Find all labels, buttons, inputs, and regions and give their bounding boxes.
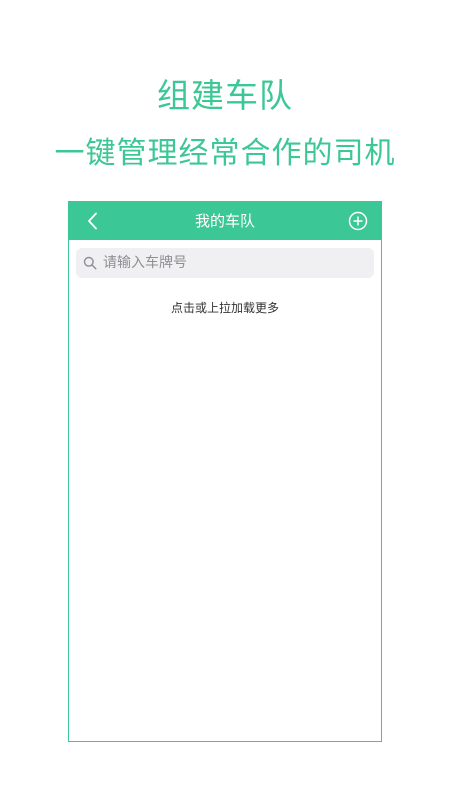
page: 组建车队 一键管理经常合作的司机 我的车队 请输入车牌号 点击或上拉加载更多: [0, 0, 450, 800]
license-plate-search-input[interactable]: [103, 249, 363, 277]
plus-circle-icon: [348, 211, 368, 231]
search-icon: [83, 256, 97, 270]
back-button[interactable]: [81, 209, 105, 233]
search-bar[interactable]: [76, 248, 374, 278]
promo-title: 组建车队: [157, 76, 293, 115]
nav-bar: 我的车队: [69, 202, 381, 240]
add-vehicle-button[interactable]: [347, 210, 369, 232]
load-more-link[interactable]: 点击或上拉加载更多: [69, 299, 381, 317]
chevron-left-icon: [88, 212, 97, 230]
promo-subtitle: 一键管理经常合作的司机: [54, 136, 396, 171]
page-title: 我的车队: [194, 212, 255, 230]
phone-screenshot-frame: 我的车队 点击或上拉加载更多: [68, 201, 382, 742]
